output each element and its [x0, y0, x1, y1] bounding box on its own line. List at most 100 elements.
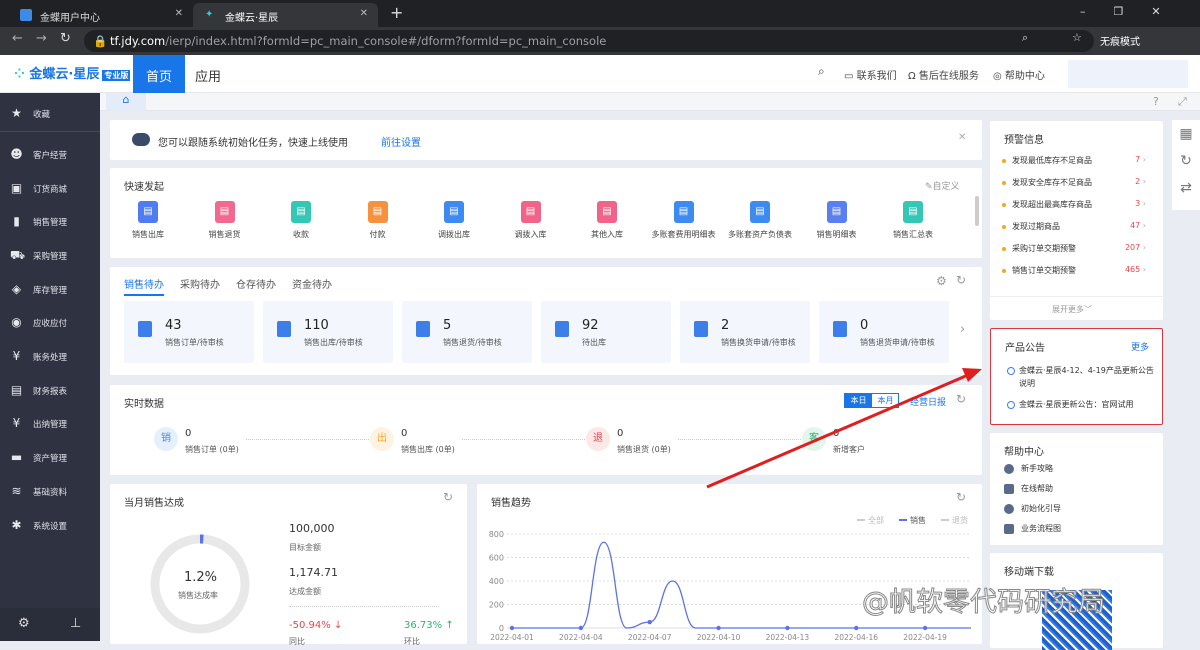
sidebar-item[interactable]: ▤ 财务报表 [0, 374, 100, 408]
warning-item[interactable]: 发现过期商品 47 › [1002, 221, 1152, 232]
todo-item[interactable]: 92 待出库 [541, 301, 671, 363]
nav-home[interactable]: 首页 [133, 55, 186, 93]
todo-item[interactable]: 2 销售换货申请/待审核 [680, 301, 810, 363]
warning-item[interactable]: 销售订单交期预警 465 › [1002, 265, 1152, 276]
go-settings-link[interactable]: 前往设置 [381, 134, 421, 149]
quick-action[interactable]: ▤ 销售出库 [110, 201, 186, 240]
quick-action[interactable]: ▤ 销售退货 [187, 201, 263, 240]
minimize-button[interactable]: – [1080, 5, 1114, 18]
quick-action[interactable]: ▤ 销售汇总表 [875, 201, 951, 240]
user-icon: ☻ [10, 147, 23, 161]
announcement-item[interactable]: 金蝶云·星辰4-12、4-19产品更新公告说明 [1019, 364, 1154, 390]
todo-tab[interactable]: 销售待办 [124, 276, 164, 296]
quick-action[interactable]: ▤ 销售明细表 [799, 201, 875, 240]
settings-icon[interactable]: ⚙ [936, 274, 947, 288]
window-controls[interactable]: –❐✕ [1080, 5, 1189, 18]
quick-actions-card: 快速发起 ✎自定义 ▤ 销售出库 ▤ 销售退货 ▤ 收款 ▤ 付款 ▤ 调拨出库 ▤ 调拨入库 ▤ 其他入… [110, 168, 982, 258]
home-tab-icon[interactable]: ⌂ [106, 93, 146, 111]
todo-item[interactable]: 5 销售退货/待审核 [402, 301, 532, 363]
url-input[interactable]: 🔒 tf.jdy.com/ierp/index.html?formId=pc_ma… [84, 30, 1094, 52]
sidebar-item[interactable]: ✱ 系统设置 [0, 509, 100, 543]
warning-item[interactable]: 发现超出最高库存商品 3 › [1002, 199, 1152, 210]
close-tab-icon[interactable]: ✕ [360, 8, 368, 19]
refresh-icon[interactable]: ↻ [956, 273, 966, 287]
sidebar-item[interactable]: ★ 收藏 [0, 97, 100, 131]
close-window-button[interactable]: ✕ [1151, 5, 1188, 18]
scrollbar[interactable] [975, 196, 979, 226]
zoom-icon[interactable]: ⌕ [1022, 31, 1028, 45]
fullscreen-icon[interactable]: ⤢ [1178, 95, 1187, 109]
quick-action[interactable]: ▤ 多账套费用明细表 [646, 201, 722, 240]
warning-item[interactable]: 采购订单交期预警 207 › [1002, 243, 1152, 254]
back-icon[interactable]: ← [12, 31, 23, 46]
quick-action[interactable]: ▤ 调拨出库 [416, 201, 492, 240]
quick-action[interactable]: ▤ 其他入库 [569, 201, 645, 240]
bookmark-star-icon[interactable]: ☆ [1072, 31, 1082, 44]
mom-label: 环比 [404, 637, 420, 646]
new-tab-button[interactable]: + [390, 3, 403, 22]
help-icon[interactable]: ? [1153, 95, 1159, 108]
sidebar-item-label: 基础资料 [33, 488, 68, 498]
settings-gear-icon[interactable]: ⚙ [18, 616, 30, 631]
incognito-badge[interactable]: 无痕模式 [1100, 33, 1140, 48]
help-item-flow[interactable]: 业务流程图 [1004, 523, 1061, 534]
refresh-icon[interactable]: ↻ [956, 392, 966, 406]
help-center-link[interactable]: ◎ 帮助中心 [993, 67, 1045, 82]
quick-action[interactable]: ▤ 调拨入库 [493, 201, 569, 240]
layout-edit-icon[interactable]: ▦ [1177, 126, 1195, 144]
sidebar-item[interactable]: ▣ 订货商城 [0, 172, 100, 206]
customize-button[interactable]: ✎自定义 [925, 179, 960, 192]
warning-item[interactable]: 发现安全库存不足商品 2 › [1002, 177, 1152, 188]
todo-item[interactable]: 43 销售订单/待审核 [124, 301, 254, 363]
sidebar-item[interactable]: ¥ 账务处理 [0, 340, 100, 374]
nav-apps[interactable]: 应用 [182, 55, 234, 93]
sidebar-item[interactable]: ¥ 出纳管理 [0, 407, 100, 441]
refresh-icon[interactable]: ↻ [1177, 153, 1195, 171]
quick-action-icon: ▤ [444, 201, 464, 223]
daily-report-link[interactable]: 经营日报 [910, 395, 946, 408]
logo[interactable]: ⁘ 金蝶云·星辰 专业版 [14, 63, 131, 82]
quick-action-label: 销售汇总表 [893, 230, 933, 239]
quick-action[interactable]: ▤ 收款 [263, 201, 339, 240]
todo-tab[interactable]: 采购待办 [180, 276, 220, 291]
warning-item[interactable]: 发现最低库存不足商品 7 › [1002, 155, 1152, 166]
reload-icon[interactable]: ↻ [60, 31, 71, 46]
help-item-init[interactable]: 初始化引导 [1004, 503, 1061, 514]
toggle-month[interactable]: 本月 [872, 394, 899, 407]
todo-item[interactable]: 0 销售退货申请/待审核 [819, 301, 949, 363]
quick-action[interactable]: ▤ 多账套资产负债表 [722, 201, 798, 240]
refresh-icon[interactable]: ↻ [443, 490, 453, 504]
announcements-more-link[interactable]: 更多 [1131, 340, 1149, 353]
sidebar-item[interactable]: ≋ 基础资料 [0, 475, 100, 509]
toggle-today[interactable]: 本日 [845, 394, 872, 407]
todo-tab[interactable]: 仓存待办 [236, 276, 276, 291]
sidebar-item[interactable]: ◈ 库存管理 [0, 273, 100, 307]
support-link[interactable]: Ω 售后在线服务 [908, 67, 979, 82]
sidebar-item[interactable]: ⛟ 采购管理 [0, 239, 100, 273]
sidebar-item[interactable]: ◉ 应收应付 [0, 306, 100, 340]
pin-icon[interactable]: ⊥ [70, 616, 81, 631]
help-item-guide[interactable]: 新手攻略 [1004, 463, 1053, 474]
forward-icon[interactable]: → [36, 31, 47, 46]
maximize-button[interactable]: ❐ [1114, 5, 1152, 18]
close-tab-icon[interactable]: ✕ [175, 8, 183, 19]
expand-more-button[interactable]: 展开更多﹀ [1052, 304, 1092, 315]
switch-icon[interactable]: ⇄ [1177, 180, 1195, 198]
sidebar-item-label: 订货商城 [33, 185, 68, 195]
user-avatar-blurred[interactable] [1068, 60, 1188, 88]
sidebar-item[interactable]: ▮ 销售管理 [0, 205, 100, 239]
search-icon[interactable]: ⌕ [818, 64, 825, 79]
browser-tab-active[interactable]: ✦ 金蝶云·星辰 ✕ [193, 3, 378, 27]
sidebar-item[interactable]: ▬ 资产管理 [0, 441, 100, 475]
announcement-item[interactable]: 金蝶云·星辰更新公告：官网试用 [1019, 399, 1154, 410]
contact-link[interactable]: ▭ 联系我们 [844, 67, 897, 82]
close-notice-icon[interactable]: ✕ [958, 132, 966, 143]
todo-tab[interactable]: 资金待办 [292, 276, 332, 291]
next-arrow-icon[interactable]: › [960, 322, 965, 337]
mobile-title: 移动端下载 [1004, 567, 1054, 578]
sidebar-item[interactable]: ☻ 客户经营 [0, 138, 100, 172]
quick-action[interactable]: ▤ 付款 [340, 201, 416, 240]
todo-item[interactable]: 110 销售出库/待审核 [263, 301, 393, 363]
help-item-online[interactable]: 在线帮助 [1004, 483, 1053, 494]
browser-tab[interactable]: 金蝶用户中心 ✕ [8, 3, 193, 27]
